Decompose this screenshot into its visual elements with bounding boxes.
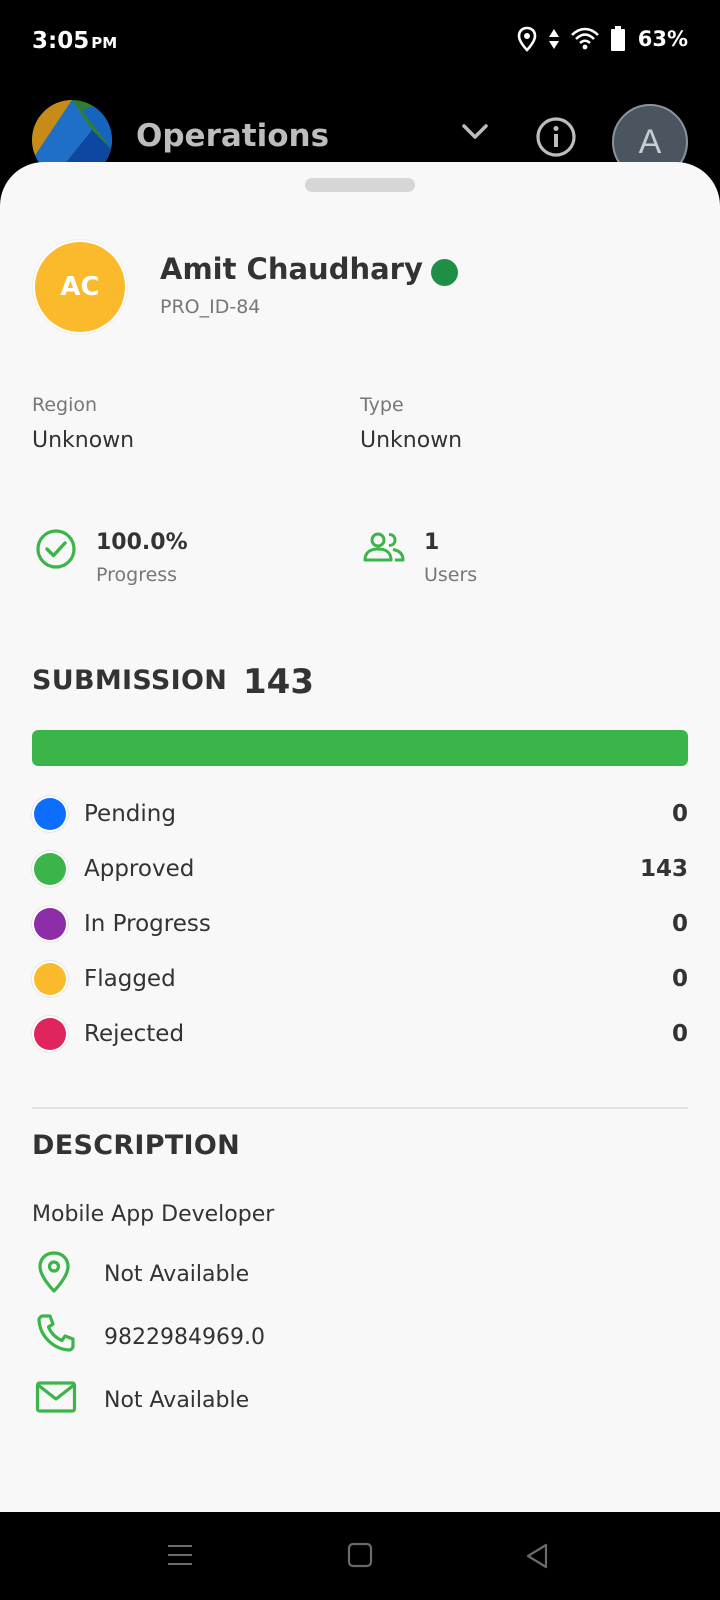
users-icon [362, 530, 406, 570]
users-label: Users [424, 564, 478, 586]
status-row-pending[interactable]: Pending 0 [32, 794, 688, 834]
phone-icon[interactable] [35, 1312, 77, 1358]
wifi-icon [570, 27, 599, 50]
profile-initials: AC [60, 272, 100, 302]
status-count: 0 [671, 911, 688, 937]
progress-check-icon [35, 528, 77, 574]
email-text[interactable]: Not Available [104, 1388, 249, 1413]
status-label: Pending [84, 801, 176, 827]
section-divider [32, 1107, 688, 1109]
type-label: Type [360, 394, 404, 416]
status-row-in-progress[interactable]: In Progress 0 [32, 904, 688, 944]
region-value: Unknown [32, 428, 135, 453]
status-row-flagged[interactable]: Flagged 0 [32, 959, 688, 999]
description-text: Mobile App Developer [32, 1202, 275, 1227]
submission-progress-fill [32, 730, 688, 766]
online-status-indicator [431, 259, 458, 286]
sheet-drag-handle[interactable] [305, 178, 415, 192]
submission-total: 143 [243, 662, 314, 702]
battery-percentage: 63% [637, 27, 688, 51]
status-label: Flagged [84, 966, 176, 992]
status-label: Approved [84, 856, 195, 882]
status-color-dot [34, 908, 66, 940]
phone-text[interactable]: 9822984969.0 [104, 1325, 265, 1350]
region-label: Region [32, 394, 98, 416]
back-triangle-icon [526, 1543, 548, 1569]
progress-label: Progress [96, 564, 178, 586]
user-avatar-letter: A [638, 122, 662, 161]
status-color-dot [34, 1018, 66, 1050]
status-row-rejected[interactable]: Rejected 0 [32, 1014, 688, 1054]
status-count: 143 [639, 856, 688, 882]
status-color-dot [34, 853, 66, 885]
profile-name: Amit Chaudhary [160, 252, 423, 286]
status-time-ampm: PM [91, 34, 118, 52]
status-count: 0 [671, 1021, 688, 1047]
status-time-value: 3:05 [32, 28, 90, 54]
type-value: Unknown [360, 428, 463, 453]
info-icon [536, 117, 576, 157]
profile-avatar: AC [35, 242, 125, 332]
home-button[interactable] [347, 1542, 373, 1572]
profile-id: PRO_ID-84 [160, 296, 261, 318]
status-count: 0 [671, 966, 688, 992]
status-label: In Progress [84, 911, 211, 937]
submission-title: SUBMISSION [32, 665, 228, 696]
app-title: Operations [136, 118, 330, 154]
data-transfer-icon [548, 29, 559, 49]
profile-bottom-sheet: AC Amit Chaudhary PRO_ID-84 Region Unkno… [0, 162, 720, 1512]
location-status-icon [517, 26, 537, 52]
status-color-dot [34, 963, 66, 995]
status-row-approved[interactable]: Approved 143 [32, 849, 688, 889]
recents-button[interactable] [166, 1542, 194, 1572]
progress-value: 100.0% [96, 530, 188, 555]
users-value: 1 [424, 530, 440, 555]
info-button[interactable] [535, 116, 577, 162]
system-nav-bar [0, 1512, 720, 1600]
description-title: DESCRIPTION [32, 1130, 241, 1161]
back-button[interactable] [524, 1542, 550, 1574]
battery-icon [610, 26, 625, 51]
email-icon[interactable] [35, 1380, 77, 1418]
workspace-dropdown-button[interactable] [460, 122, 490, 146]
status-count: 0 [671, 801, 688, 827]
menu-lines-icon [168, 1545, 192, 1565]
status-bar: 3:05 PM 63% [0, 0, 720, 80]
chevron-down-icon [462, 124, 488, 139]
location-icon [35, 1250, 73, 1298]
square-home-icon [347, 1542, 373, 1568]
status-label: Rejected [84, 1021, 185, 1047]
location-text: Not Available [104, 1262, 250, 1287]
status-icons: 63% [516, 26, 688, 52]
status-color-dot [34, 798, 66, 830]
submission-progress-bar [32, 730, 688, 766]
status-time: 3:05 PM [32, 28, 117, 54]
